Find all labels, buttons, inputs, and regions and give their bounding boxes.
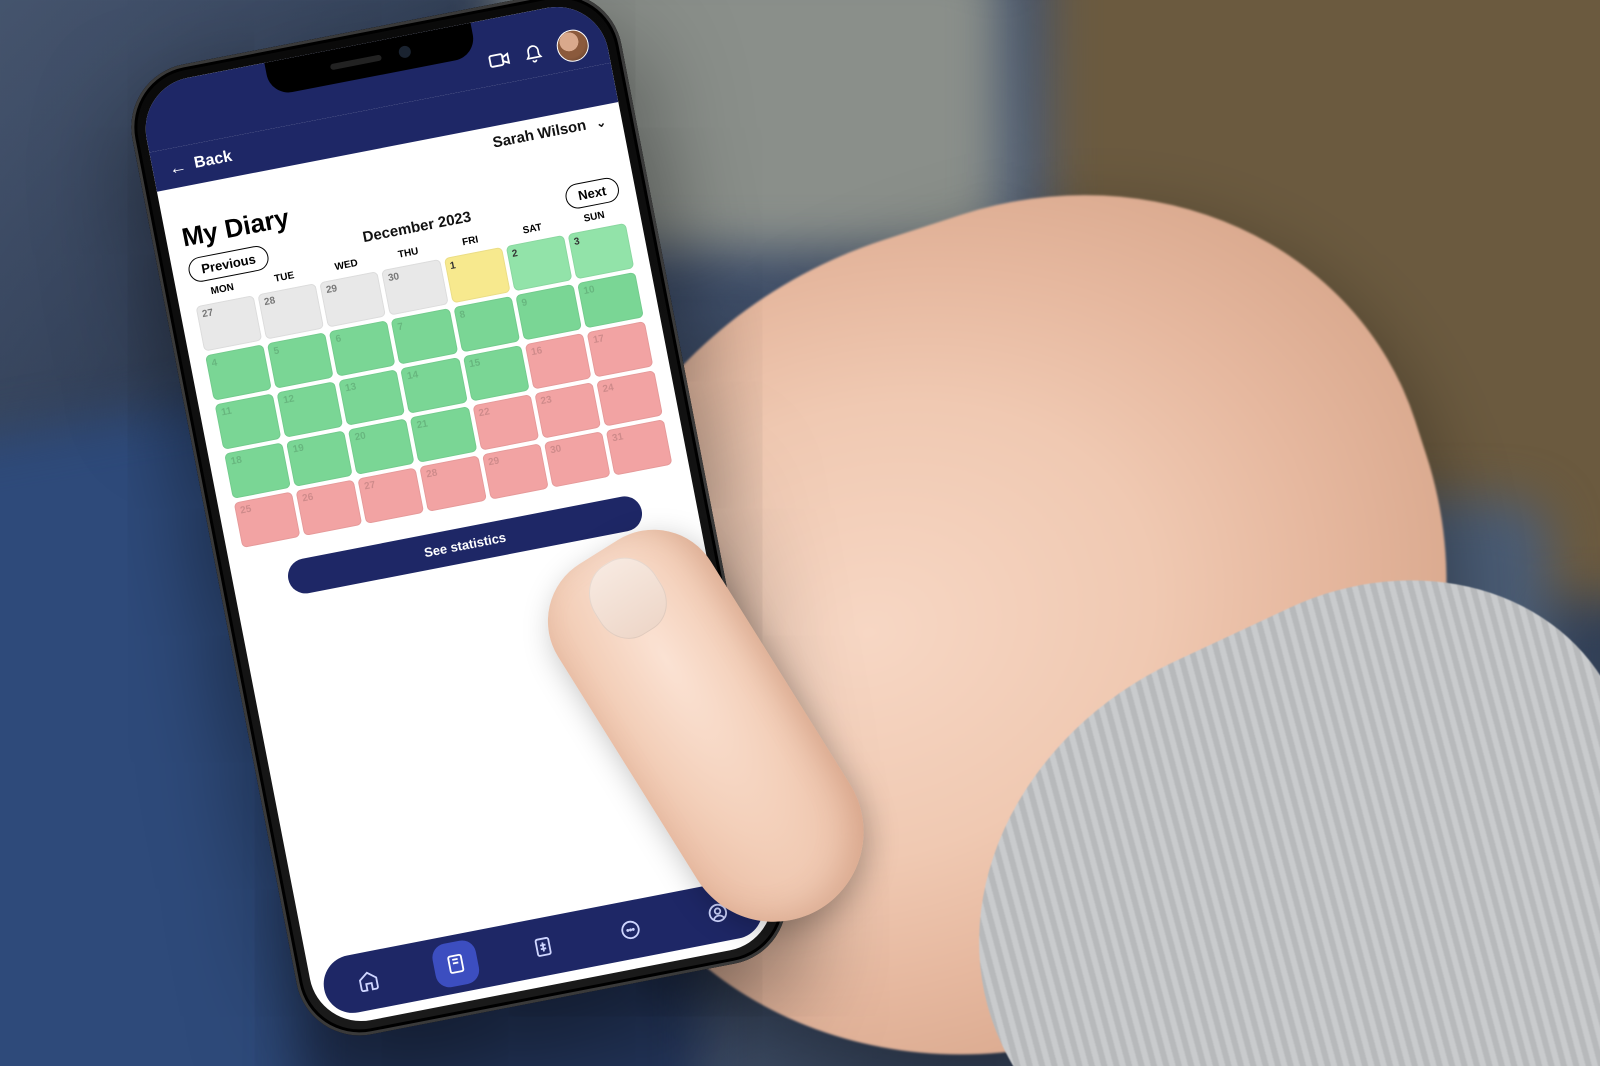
- calendar-day[interactable]: 31: [606, 419, 673, 475]
- arrow-left-icon: ←: [167, 157, 188, 178]
- tab-billing[interactable]: [517, 921, 569, 973]
- calendar-day[interactable]: 22: [472, 394, 539, 450]
- calendar-day[interactable]: 3: [567, 223, 634, 279]
- tab-chat[interactable]: [605, 904, 657, 956]
- calendar-day[interactable]: 14: [401, 357, 468, 413]
- calendar-day[interactable]: 13: [339, 369, 406, 425]
- calendar-day[interactable]: 20: [348, 418, 415, 474]
- calendar-day[interactable]: 27: [196, 295, 263, 351]
- chevron-down-icon[interactable]: ⌄: [595, 114, 608, 130]
- tab-home[interactable]: [342, 955, 394, 1007]
- calendar-day[interactable]: 19: [286, 430, 353, 486]
- tab-diary[interactable]: [430, 938, 482, 990]
- next-button[interactable]: Next: [563, 176, 621, 211]
- calendar-day[interactable]: 29: [320, 271, 387, 327]
- calendar-day[interactable]: 17: [587, 321, 654, 377]
- calendar-day[interactable]: 23: [534, 382, 601, 438]
- calendar-day[interactable]: 1: [443, 247, 510, 303]
- calendar-day[interactable]: 5: [267, 332, 334, 388]
- calendar-day[interactable]: 11: [215, 393, 282, 449]
- calendar-day[interactable]: 12: [277, 381, 344, 437]
- calendar-day[interactable]: 9: [515, 284, 582, 340]
- calendar-day[interactable]: 29: [482, 443, 549, 499]
- calendar-day[interactable]: 26: [296, 479, 363, 535]
- calendar-grid: 2728293012345678910111213141516171819202…: [196, 223, 673, 548]
- back-label: Back: [193, 148, 234, 173]
- calendar-day[interactable]: 2: [505, 235, 572, 291]
- calendar-day[interactable]: 18: [224, 442, 291, 498]
- calendar-day[interactable]: 6: [329, 320, 396, 376]
- calendar-day[interactable]: 16: [525, 333, 592, 389]
- calendar-day[interactable]: 7: [391, 308, 458, 364]
- bell-icon[interactable]: [522, 43, 546, 71]
- calendar-day[interactable]: 28: [258, 283, 325, 339]
- calendar-day[interactable]: 8: [453, 296, 520, 352]
- calendar-day[interactable]: 4: [205, 344, 272, 400]
- calendar-day[interactable]: 30: [544, 431, 611, 487]
- calendar-day[interactable]: 27: [358, 467, 425, 523]
- calendar-day[interactable]: 24: [596, 370, 663, 426]
- avatar[interactable]: [554, 27, 592, 65]
- calendar-day[interactable]: 15: [463, 345, 530, 401]
- video-icon[interactable]: [486, 47, 513, 78]
- bottom-tab-bar: [319, 876, 768, 1018]
- calendar-day[interactable]: 21: [410, 406, 477, 462]
- calendar-day[interactable]: 30: [381, 259, 448, 315]
- calendar-day[interactable]: 25: [234, 491, 301, 547]
- calendar-day[interactable]: 28: [420, 455, 487, 511]
- calendar-day[interactable]: 10: [577, 272, 644, 328]
